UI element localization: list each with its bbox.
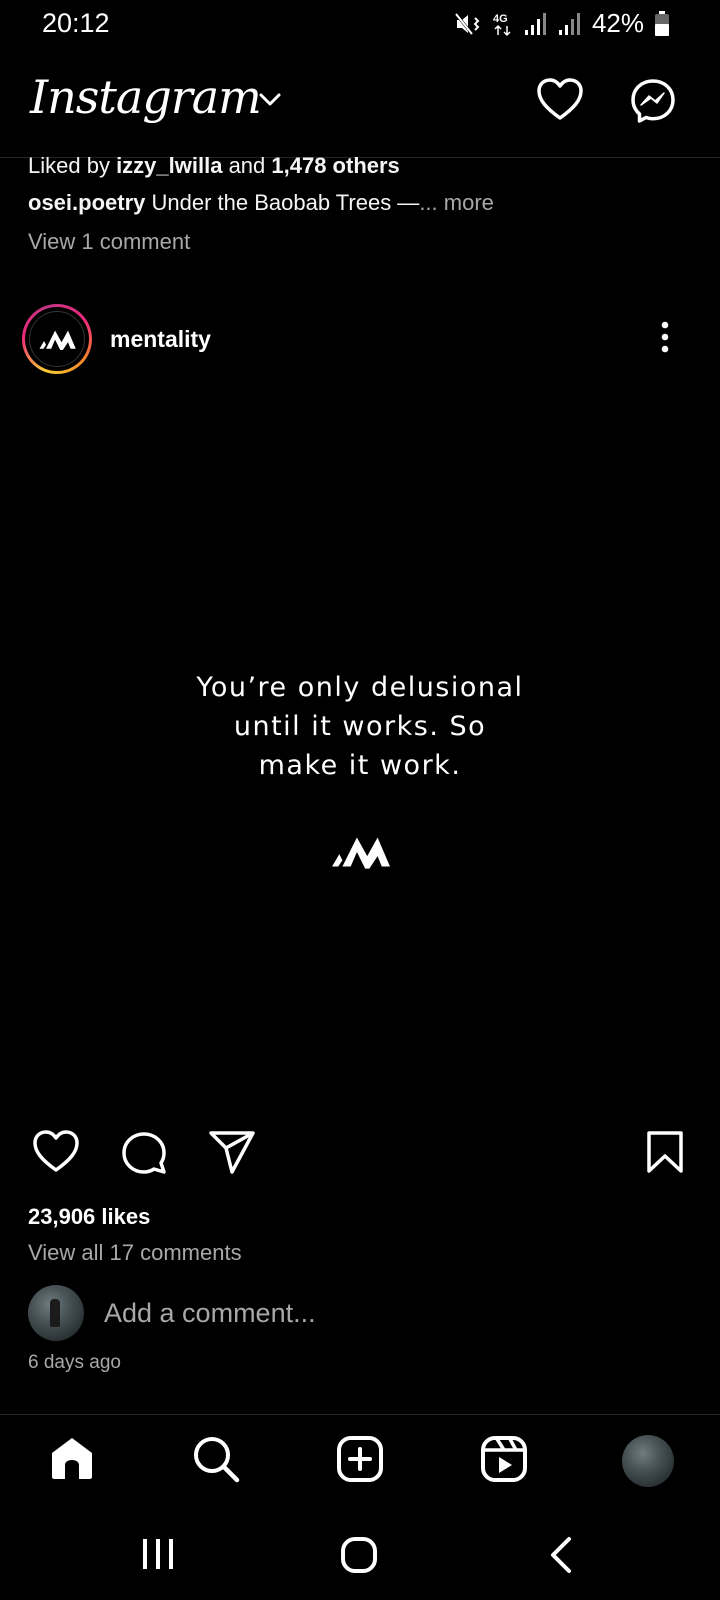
- messenger-icon[interactable]: [630, 78, 676, 124]
- my-avatar: [28, 1285, 84, 1341]
- reels-icon[interactable]: [480, 1435, 528, 1483]
- liked-others-link[interactable]: 1,478 others: [271, 153, 399, 178]
- share-icon[interactable]: [208, 1130, 256, 1176]
- more-options-icon[interactable]: [660, 320, 670, 354]
- battery-percent: 42%: [591, 8, 644, 38]
- home-icon[interactable]: [48, 1435, 96, 1481]
- like-heart-icon[interactable]: [32, 1130, 80, 1174]
- status-icons: 4G 42%: [454, 8, 670, 39]
- post-image[interactable]: You’re only delusional until it works. S…: [0, 378, 720, 1098]
- mute-vibrate-icon: [454, 12, 480, 35]
- caption-text: Under the Baobab Trees —: [145, 190, 420, 215]
- mentality-logo-icon: [332, 837, 390, 869]
- battery-icon: [655, 10, 669, 36]
- signal-icon: [558, 12, 580, 35]
- likes-count[interactable]: 23,906 likes: [28, 1204, 150, 1230]
- heart-icon[interactable]: [536, 78, 584, 122]
- svg-text:4G: 4G: [493, 13, 508, 25]
- bottom-nav: [0, 1414, 720, 1514]
- quote-text: You’re only delusional until it works. S…: [196, 672, 524, 781]
- status-time: 20:12: [42, 8, 110, 38]
- chevron-down-icon[interactable]: [258, 92, 282, 108]
- bookmark-icon[interactable]: [646, 1130, 684, 1174]
- recents-icon[interactable]: [140, 1536, 176, 1572]
- search-icon[interactable]: [192, 1435, 240, 1483]
- post-actions: [0, 1130, 720, 1182]
- caption-more-link[interactable]: ... more: [419, 190, 494, 215]
- post-timestamp: 6 days ago: [28, 1352, 121, 1373]
- avatar: [29, 311, 85, 367]
- post-username[interactable]: mentality: [110, 326, 211, 353]
- instagram-logo[interactable]: Instagram: [30, 70, 262, 124]
- add-comment-input[interactable]: Add a comment...: [104, 1298, 316, 1329]
- create-icon[interactable]: [336, 1435, 384, 1483]
- mentality-logo-icon: [39, 330, 76, 350]
- system-nav-bar: [0, 1514, 720, 1600]
- view-comments-link[interactable]: View 1 comment: [28, 229, 190, 255]
- home-button-icon[interactable]: [340, 1536, 378, 1574]
- profile-avatar[interactable]: [622, 1435, 674, 1487]
- liked-user-link[interactable]: izzy_lwilla: [116, 153, 222, 178]
- back-icon[interactable]: [548, 1536, 574, 1574]
- view-all-comments-link[interactable]: View all 17 comments: [28, 1240, 242, 1266]
- post-header: mentality: [0, 300, 720, 376]
- previous-post-caption[interactable]: osei.poetry Under the Baobab Trees —... …: [28, 190, 494, 216]
- caption-username[interactable]: osei.poetry: [28, 190, 145, 215]
- status-bar: 20:12 4G 42%: [0, 0, 720, 46]
- previous-post-likes[interactable]: Liked by izzy_lwilla and 1,478 others: [28, 153, 400, 179]
- comment-icon[interactable]: [120, 1130, 168, 1178]
- 4g-icon: 4G: [493, 13, 511, 36]
- story-ring[interactable]: [22, 304, 92, 374]
- app-header: Instagram: [0, 56, 720, 158]
- signal-icon: [524, 12, 546, 35]
- add-comment-row[interactable]: Add a comment...: [0, 1282, 720, 1342]
